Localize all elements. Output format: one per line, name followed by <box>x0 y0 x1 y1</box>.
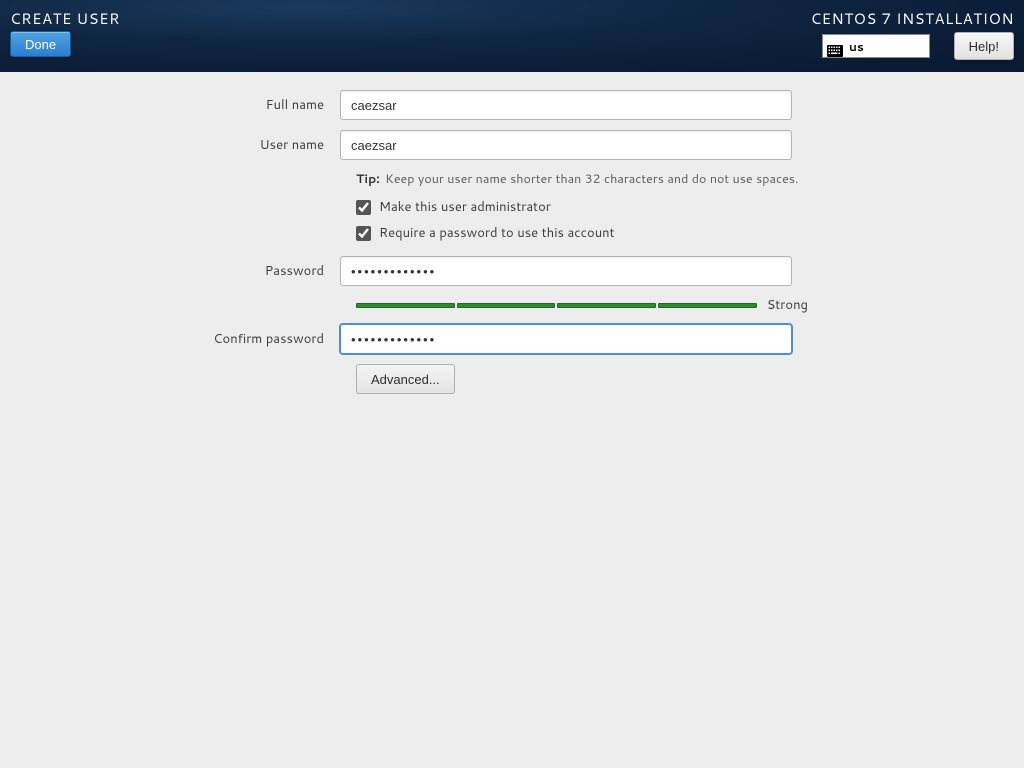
require-password-checkbox[interactable] <box>356 226 371 241</box>
password-input[interactable] <box>340 256 792 286</box>
header-bar: CREATE USER CENTOS 7 INSTALLATION Done <box>0 0 1024 72</box>
password-strength-meter: Strong <box>356 296 808 314</box>
full-name-label: Full name <box>0 96 340 114</box>
installer-title: CENTOS 7 INSTALLATION <box>811 8 1014 29</box>
full-name-input[interactable] <box>340 90 792 120</box>
strength-label: Strong <box>767 296 808 314</box>
confirm-password-input[interactable] <box>340 324 792 354</box>
strength-bar <box>356 303 757 308</box>
confirm-password-label: Confirm password <box>0 330 340 348</box>
strength-segment <box>356 303 455 308</box>
keyboard-layout-selector[interactable]: us <box>822 34 930 58</box>
advanced-button[interactable]: Advanced... <box>356 364 455 394</box>
require-password-label[interactable]: Require a password to use this account <box>379 224 615 242</box>
make-admin-label[interactable]: Make this user administrator <box>379 198 551 216</box>
user-name-input[interactable] <box>340 130 792 160</box>
password-label: Password <box>0 262 340 280</box>
tip-prefix: Tip: <box>356 170 380 188</box>
form-content: Full name User name Tip: Keep your user … <box>0 72 1024 394</box>
done-button[interactable]: Done <box>10 31 71 57</box>
strength-segment <box>658 303 757 308</box>
strength-segment <box>557 303 656 308</box>
make-admin-checkbox[interactable] <box>356 200 371 215</box>
user-name-label: User name <box>0 136 340 154</box>
help-button[interactable]: Help! <box>954 32 1014 60</box>
keyboard-icon <box>827 40 843 52</box>
strength-segment <box>457 303 556 308</box>
tip-text: Keep your user name shorter than 32 char… <box>385 170 798 188</box>
keyboard-layout-label: us <box>849 38 864 55</box>
page-title: CREATE USER <box>10 8 120 29</box>
username-tip: Tip: Keep your user name shorter than 32… <box>356 170 1024 188</box>
